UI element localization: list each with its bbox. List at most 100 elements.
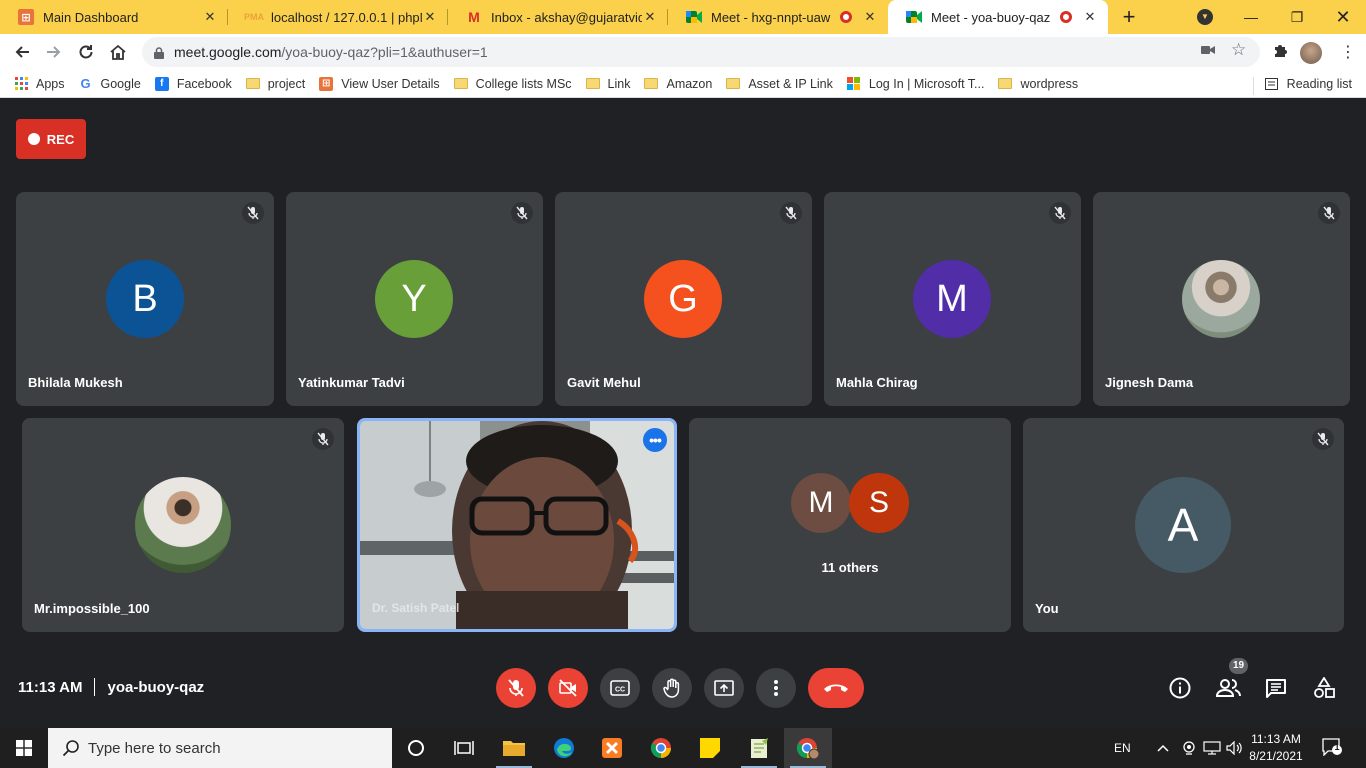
present-screen-button[interactable] <box>704 668 744 708</box>
google-icon: G <box>80 76 91 91</box>
bookmark-label: Asset & IP Link <box>748 76 833 91</box>
active-speaker-video[interactable]: ••• Dr. Satish Patel <box>357 418 677 632</box>
bookmark-label: Google <box>100 76 141 91</box>
raise-hand-button[interactable] <box>652 668 692 708</box>
close-tab-icon[interactable]: ✕ <box>862 9 878 25</box>
camera-in-use-icon[interactable] <box>1201 43 1215 59</box>
tab-main-dashboard[interactable]: ⊞ Main Dashboard ✕ <box>0 0 228 34</box>
maximize-button[interactable]: ❐ <box>1274 0 1320 34</box>
tab-search-icon[interactable]: ▼ <box>1197 9 1213 25</box>
others-tile[interactable]: M S 11 others <box>689 418 1011 632</box>
home-button[interactable] <box>106 40 130 64</box>
browser-toolbar: meet.google.com/yoa-buoy-qaz?pli=1&authu… <box>0 34 1366 70</box>
bookmark-college-lists[interactable]: College lists MSc <box>453 77 572 91</box>
extensions-puzzle-icon[interactable] <box>1272 43 1288 63</box>
reading-list-icon <box>1265 77 1279 91</box>
bookmark-microsoft-login[interactable]: Log In | Microsoft T... <box>847 76 985 91</box>
participant-tile[interactable]: Y Yatinkumar Tadvi <box>286 192 543 406</box>
language-indicator[interactable]: EN <box>1114 728 1131 768</box>
close-tab-icon[interactable]: ✕ <box>642 9 658 25</box>
reading-list-button[interactable]: Reading list <box>1252 76 1352 95</box>
participant-tile[interactable]: Jignesh Dama <box>1093 192 1350 406</box>
meeting-details-button[interactable] <box>1168 676 1192 700</box>
edge-taskbar[interactable] <box>540 728 588 768</box>
gmail-icon: M <box>468 9 480 25</box>
microphone-toggle-button[interactable] <box>496 668 536 708</box>
bookmark-link[interactable]: Link <box>585 77 630 91</box>
address-bar[interactable]: meet.google.com/yoa-buoy-qaz?pli=1&authu… <box>142 37 1260 67</box>
new-tab-button[interactable]: + <box>1116 4 1142 30</box>
system-clock[interactable]: 11:13 AM 8/21/2021 <box>1245 731 1307 765</box>
clock-time: 11:13 AM <box>1251 732 1301 746</box>
profile-avatar[interactable] <box>1300 42 1322 64</box>
chrome-active-taskbar[interactable] <box>784 728 832 768</box>
xampp-taskbar[interactable] <box>588 728 636 768</box>
meet-control-bar: 11:13 AM yoa-buoy-qaz CC 19 <box>0 650 1366 728</box>
forward-button[interactable] <box>42 40 66 64</box>
close-window-button[interactable]: ✕ <box>1320 0 1366 34</box>
language-label: EN <box>1114 741 1131 755</box>
tab-title: Inbox - akshay@gujaratvidya <box>491 9 642 25</box>
people-button[interactable] <box>1215 676 1243 700</box>
captions-button[interactable]: CC <box>600 668 640 708</box>
record-dot-icon <box>27 133 40 145</box>
network-tray[interactable] <box>1203 728 1221 768</box>
taskbar-search-box[interactable]: Type here to search <box>48 728 392 768</box>
close-tab-icon[interactable]: ✕ <box>202 9 218 25</box>
bookmark-star-icon[interactable]: ☆ <box>1231 40 1246 60</box>
participant-tile[interactable]: Mr.impossible_100 <box>22 418 344 632</box>
bookmark-apps[interactable]: Apps <box>14 77 65 91</box>
more-options-icon[interactable]: ••• <box>643 428 667 452</box>
participant-tile[interactable]: M Mahla Chirag <box>824 192 1081 406</box>
action-center-button[interactable]: 1 <box>1322 738 1342 757</box>
chat-button[interactable] <box>1264 676 1288 700</box>
tab-phpmyadmin[interactable]: PMA localhost / 127.0.0.1 | phpMy ✕ <box>228 0 448 34</box>
bookmark-wordpress[interactable]: wordpress <box>998 77 1078 91</box>
meet-camera-tray[interactable] <box>1181 728 1197 768</box>
leave-call-button[interactable] <box>808 668 864 708</box>
participant-photo-avatar <box>1182 260 1260 338</box>
activities-button[interactable] <box>1312 676 1336 700</box>
back-button[interactable] <box>10 40 34 64</box>
tab-gmail-inbox[interactable]: M Inbox - akshay@gujaratvidya ✕ <box>448 0 668 34</box>
tab-meet-yoa[interactable]: Meet - yoa-buoy-qaz ✕ <box>888 0 1108 34</box>
tray-overflow-button[interactable] <box>1156 728 1170 768</box>
notepad-plus-plus-icon <box>751 738 768 758</box>
tab-title: localhost / 127.0.0.1 | phpMy <box>271 9 422 25</box>
participant-tile[interactable]: B Bhilala Mukesh <box>16 192 274 406</box>
cortana-button[interactable] <box>392 728 440 768</box>
bookmark-amazon[interactable]: Amazon <box>644 77 712 91</box>
bookmark-asset-ip-link[interactable]: Asset & IP Link <box>726 77 833 91</box>
folder-icon <box>585 78 600 89</box>
url-path: /yoa-buoy-qaz?pli=1&authuser=1 <box>281 44 488 60</box>
chrome-icon <box>650 738 671 759</box>
bookmark-label: Log In | Microsoft T... <box>868 76 985 91</box>
bookmark-label: project <box>267 76 306 91</box>
volume-tray[interactable] <box>1226 728 1244 768</box>
browser-menu-icon[interactable]: ⋮ <box>1340 42 1356 62</box>
bookmark-google[interactable]: G Google <box>79 76 141 91</box>
bookmark-project[interactable]: project <box>245 76 306 91</box>
participant-name: Jignesh Dama <box>1105 375 1194 390</box>
close-tab-icon[interactable]: ✕ <box>422 9 438 25</box>
edge-icon <box>554 738 574 758</box>
minimize-button[interactable]: — <box>1228 0 1274 34</box>
reload-button[interactable] <box>74 40 98 64</box>
participant-tile[interactable]: G Gavit Mehul <box>555 192 812 406</box>
notepadpp-taskbar[interactable] <box>735 728 783 768</box>
task-view-button[interactable] <box>440 728 488 768</box>
more-options-button[interactable] <box>756 668 796 708</box>
mic-muted-icon <box>511 202 533 224</box>
self-tile[interactable]: A You <box>1023 418 1344 632</box>
bookmark-view-user-details[interactable]: ⊞ View User Details <box>319 76 440 91</box>
tab-meet-hxg[interactable]: Meet - hxg-nnpt-uaw ✕ <box>668 0 888 34</box>
close-tab-icon[interactable]: ✕ <box>1082 9 1098 25</box>
chrome-taskbar[interactable] <box>637 728 685 768</box>
bookmark-facebook[interactable]: f Facebook <box>154 76 232 91</box>
recording-badge[interactable]: REC <box>16 119 86 159</box>
start-button[interactable] <box>0 728 48 768</box>
file-explorer-taskbar[interactable] <box>490 728 538 768</box>
search-icon <box>62 740 79 757</box>
camera-toggle-button[interactable] <box>548 668 588 708</box>
sticky-notes-taskbar[interactable] <box>686 728 734 768</box>
